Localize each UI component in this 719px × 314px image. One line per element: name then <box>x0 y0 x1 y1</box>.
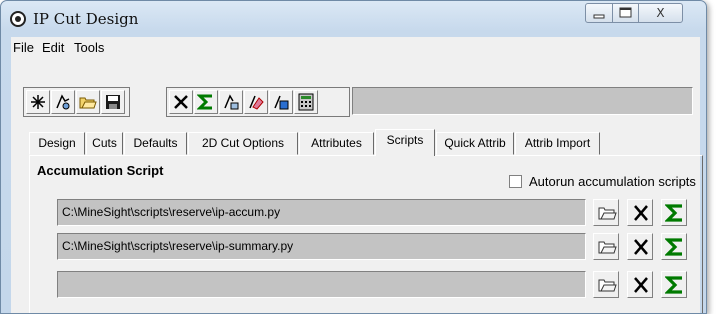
open-folder-button[interactable] <box>76 90 100 114</box>
delete-button[interactable] <box>169 90 193 114</box>
autorun-label: Autorun accumulation scripts <box>529 174 696 189</box>
section-title: Accumulation Script <box>37 163 164 178</box>
tab-attrib-import[interactable]: Attrib Import <box>515 132 600 155</box>
toolbar-status-field <box>352 87 693 115</box>
open-folder-icon <box>598 279 617 292</box>
browse-button[interactable] <box>593 199 619 226</box>
menu-file[interactable]: File <box>13 40 34 55</box>
save-icon <box>106 95 120 109</box>
tab-quick-attrib[interactable]: Quick Attrib <box>436 132 514 155</box>
asterisk-icon <box>31 95 45 109</box>
delete-icon <box>174 95 188 109</box>
maximize-icon <box>619 7 632 18</box>
sigma-icon <box>197 94 212 110</box>
clear-button[interactable] <box>627 199 653 226</box>
browse-button[interactable] <box>593 233 619 260</box>
calculator-icon <box>298 93 314 111</box>
run-script-button[interactable] <box>661 199 687 226</box>
close-icon: X <box>656 6 665 20</box>
toolbar-group-file <box>23 87 130 117</box>
sigma-icon <box>665 276 682 294</box>
open-folder-icon <box>598 207 617 220</box>
minimize-icon <box>593 14 605 19</box>
script-row: C:\MineSight\scripts\reserve\ip-summary.… <box>57 233 697 261</box>
script-row <box>57 271 697 299</box>
sigma-icon <box>665 238 682 256</box>
maximize-button[interactable] <box>612 3 639 23</box>
delete-icon <box>634 277 648 293</box>
tab-attributes[interactable]: Attributes <box>299 132 374 155</box>
run-script-button[interactable] <box>661 233 687 260</box>
delete-icon <box>634 205 648 221</box>
clear-button[interactable] <box>627 233 653 260</box>
app-icon <box>10 11 26 27</box>
calculator-button[interactable] <box>294 90 318 114</box>
open-folder-icon <box>79 97 97 109</box>
run-script-button[interactable] <box>661 271 687 298</box>
clear-button[interactable] <box>627 271 653 298</box>
script-path-field[interactable] <box>57 271 586 298</box>
copy-button[interactable] <box>269 90 293 114</box>
window-title: IP Cut Design <box>33 10 139 28</box>
autorun-checkbox[interactable] <box>509 175 522 188</box>
delete-icon <box>634 239 648 255</box>
copy-icon <box>274 95 289 110</box>
pick-button[interactable] <box>51 90 75 114</box>
menu-bar: File Edit Tools <box>11 37 700 59</box>
menu-edit[interactable]: Edit <box>42 40 64 55</box>
sigma-icon <box>665 204 682 222</box>
select-button[interactable] <box>219 90 243 114</box>
pick-icon <box>56 94 70 110</box>
browse-button[interactable] <box>593 271 619 298</box>
toolbar-group-edit <box>166 87 350 117</box>
sigma-button[interactable] <box>194 90 218 114</box>
tab-2d-cut-options[interactable]: 2D Cut Options <box>188 132 298 155</box>
tab-design[interactable]: Design <box>29 132 85 155</box>
select-icon <box>224 94 239 110</box>
eraser-icon <box>249 95 264 110</box>
eraser-button[interactable] <box>244 90 268 114</box>
title-bar[interactable]: IP Cut Design X <box>1 1 706 35</box>
save-button[interactable] <box>101 90 125 114</box>
script-row: C:\MineSight\scripts\reserve\ip-accum.py <box>57 199 697 227</box>
menu-tools[interactable]: Tools <box>74 40 104 55</box>
minimize-button[interactable] <box>585 3 613 23</box>
tab-cuts[interactable]: Cuts <box>86 132 123 155</box>
asterisk-button[interactable] <box>26 90 50 114</box>
script-path-field[interactable]: C:\MineSight\scripts\reserve\ip-summary.… <box>57 233 586 260</box>
tab-scripts[interactable]: Scripts <box>375 129 435 156</box>
script-path-field[interactable]: C:\MineSight\scripts\reserve\ip-accum.py <box>57 199 586 226</box>
tab-defaults[interactable]: Defaults <box>124 132 187 155</box>
close-button[interactable]: X <box>638 3 683 23</box>
open-folder-icon <box>598 241 617 254</box>
main-window: IP Cut Design X File Edit Tools Design C… <box>0 0 707 314</box>
